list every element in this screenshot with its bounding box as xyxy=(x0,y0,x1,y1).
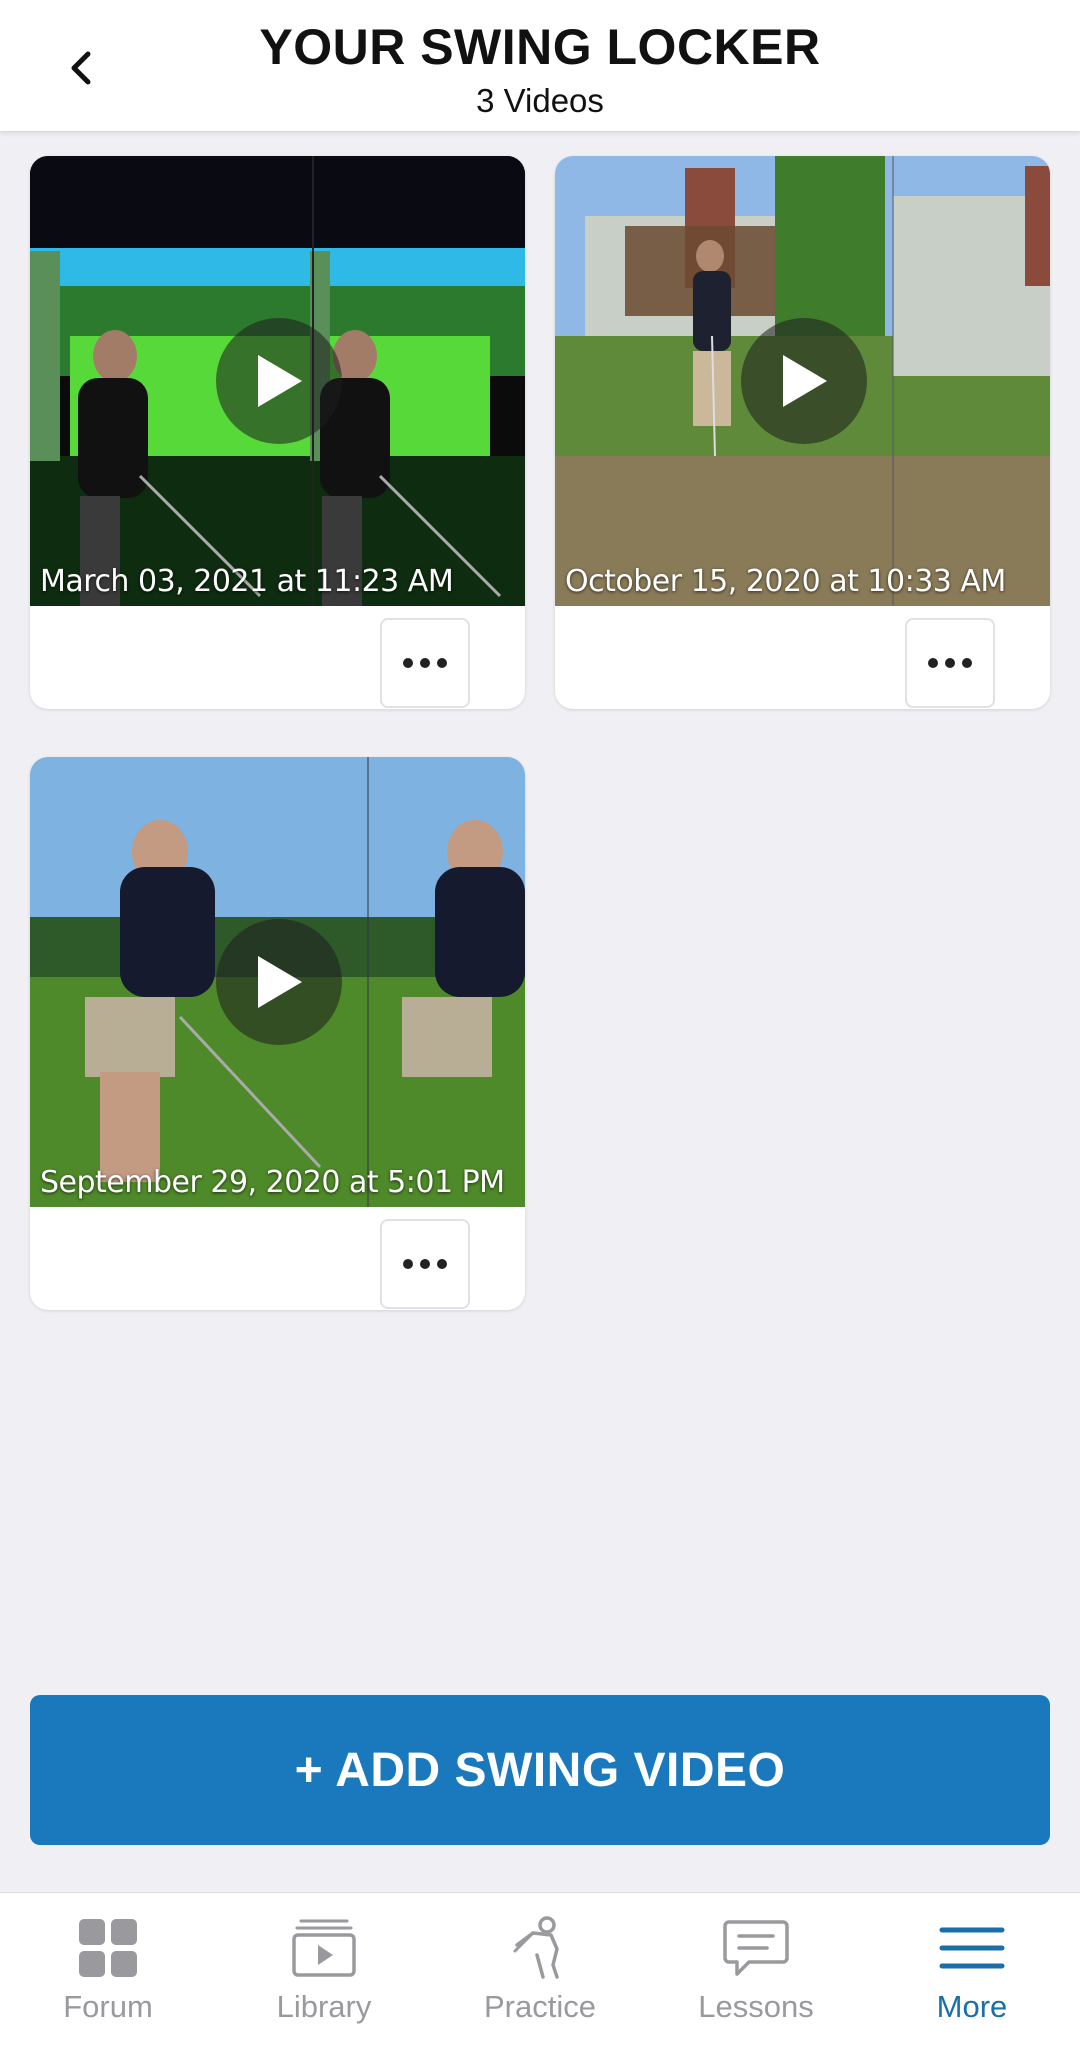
dot xyxy=(403,1259,413,1269)
dot xyxy=(437,658,447,668)
video-date: September 29, 2020 at 5:01 PM xyxy=(40,1165,505,1200)
more-options-button[interactable] xyxy=(905,618,995,708)
video-thumbnail[interactable]: September 29, 2020 at 5:01 PM xyxy=(30,757,525,1207)
tab-label: Practice xyxy=(484,1989,596,2024)
dot xyxy=(420,658,430,668)
more-options-button[interactable] xyxy=(380,1219,470,1309)
tab-label: More xyxy=(936,1989,1008,2024)
play-icon xyxy=(258,956,302,1008)
bottom-tab-bar: Forum Library Practice Lessons More xyxy=(0,1892,1080,2048)
menu-icon xyxy=(937,1913,1007,1983)
header: YOUR SWING LOCKER 3 Videos xyxy=(0,0,1080,132)
video-thumbnail[interactable]: March 03, 2021 at 11:23 AM xyxy=(30,156,525,606)
golfer-icon xyxy=(505,1913,575,1983)
play-icon xyxy=(783,355,827,407)
tab-label: Lessons xyxy=(698,1989,814,2024)
video-date: October 15, 2020 at 10:33 AM xyxy=(565,564,1006,599)
video-date: March 03, 2021 at 11:23 AM xyxy=(40,564,454,599)
play-button[interactable] xyxy=(216,318,342,444)
video-thumbnail[interactable]: October 15, 2020 at 10:33 AM xyxy=(555,156,1050,606)
dot xyxy=(945,658,955,668)
tab-label: Forum xyxy=(63,1989,153,2024)
tab-label: Library xyxy=(276,1989,372,2024)
tab-lessons[interactable]: Lessons xyxy=(648,1893,864,2048)
dot xyxy=(928,658,938,668)
more-options-button[interactable] xyxy=(380,618,470,708)
library-icon xyxy=(289,1913,359,1983)
add-swing-video-button[interactable]: + ADD SWING VIDEO xyxy=(30,1695,1050,1845)
video-count: 3 Videos xyxy=(476,82,604,119)
dot xyxy=(420,1259,430,1269)
play-icon xyxy=(258,355,302,407)
tab-more[interactable]: More xyxy=(864,1893,1080,2048)
grid-icon xyxy=(73,1913,143,1983)
video-card: October 15, 2020 at 10:33 AM xyxy=(555,156,1050,709)
page-title: YOUR SWING LOCKER xyxy=(259,19,821,75)
dot xyxy=(437,1259,447,1269)
tab-forum[interactable]: Forum xyxy=(0,1893,216,2048)
dot xyxy=(962,658,972,668)
play-button[interactable] xyxy=(216,919,342,1045)
play-button[interactable] xyxy=(741,318,867,444)
tab-library[interactable]: Library xyxy=(216,1893,432,2048)
video-card: March 03, 2021 at 11:23 AM xyxy=(30,156,525,709)
dot xyxy=(403,658,413,668)
video-card: September 29, 2020 at 5:01 PM xyxy=(30,757,525,1310)
tab-practice[interactable]: Practice xyxy=(432,1893,648,2048)
chat-icon xyxy=(721,1913,791,1983)
